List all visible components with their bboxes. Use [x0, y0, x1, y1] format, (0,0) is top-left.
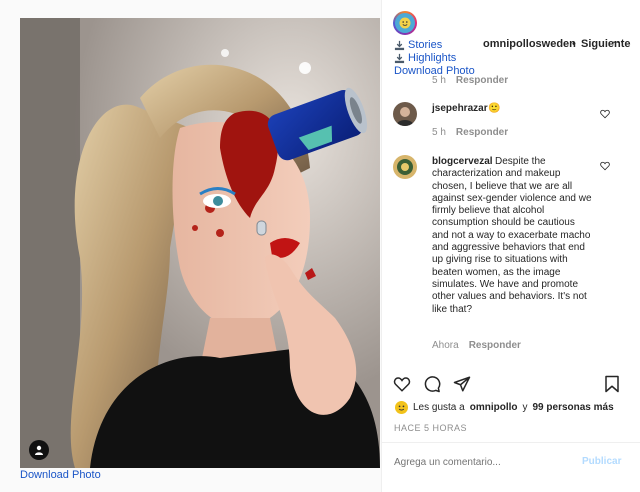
post-timestamp[interactable]: HACE 5 HORAS	[394, 423, 467, 433]
download-photo-link[interactable]: Download Photo	[20, 469, 101, 481]
comment-input[interactable]	[394, 457, 569, 468]
comment-meta: 5 h Responder	[432, 127, 509, 138]
separator-dot: •	[572, 38, 576, 50]
share-icon[interactable]	[453, 375, 471, 393]
user-tag-icon[interactable]	[29, 440, 49, 460]
avatar[interactable]	[393, 102, 417, 126]
post-author[interactable]: omnipollosweden	[483, 38, 576, 50]
likes-count[interactable]: 99 personas más	[533, 402, 614, 413]
ellipsis-icon[interactable]: ⋯	[612, 35, 625, 49]
reply-button[interactable]: Responder	[456, 75, 508, 86]
header-avatar[interactable]	[393, 11, 417, 35]
bookmark-icon[interactable]	[604, 375, 620, 393]
comment-text: Despite the characterization and makeup …	[432, 156, 592, 315]
face-icon	[395, 13, 415, 33]
heart-icon[interactable]	[600, 161, 610, 171]
reply-button[interactable]: Responder	[469, 340, 521, 351]
comment-meta: 5 h Responder	[432, 75, 509, 86]
avatar[interactable]	[393, 155, 417, 179]
divider	[382, 442, 640, 443]
comment-icon[interactable]	[423, 375, 441, 393]
comment-meta: Ahora Responder	[432, 340, 521, 351]
liker-avatar[interactable]	[395, 401, 408, 414]
comment-username[interactable]: jsepehrazar	[432, 103, 488, 114]
comment-text: 🙂	[488, 103, 501, 114]
download-icon	[394, 40, 405, 50]
like-heart-icon[interactable]	[393, 375, 411, 393]
likes-summary: Les gusta a omnipollo y 99 personas más	[395, 401, 614, 414]
heart-icon[interactable]	[600, 109, 610, 119]
liker-username[interactable]: omnipollo	[470, 402, 518, 413]
download-icon	[394, 53, 405, 63]
post-photo[interactable]	[20, 18, 380, 468]
publish-button[interactable]: Publicar	[582, 456, 621, 467]
stories-link[interactable]: Stories	[394, 39, 442, 51]
highlights-link[interactable]: Highlights	[394, 52, 456, 64]
post-image	[20, 18, 380, 468]
reply-button[interactable]: Responder	[456, 127, 508, 138]
